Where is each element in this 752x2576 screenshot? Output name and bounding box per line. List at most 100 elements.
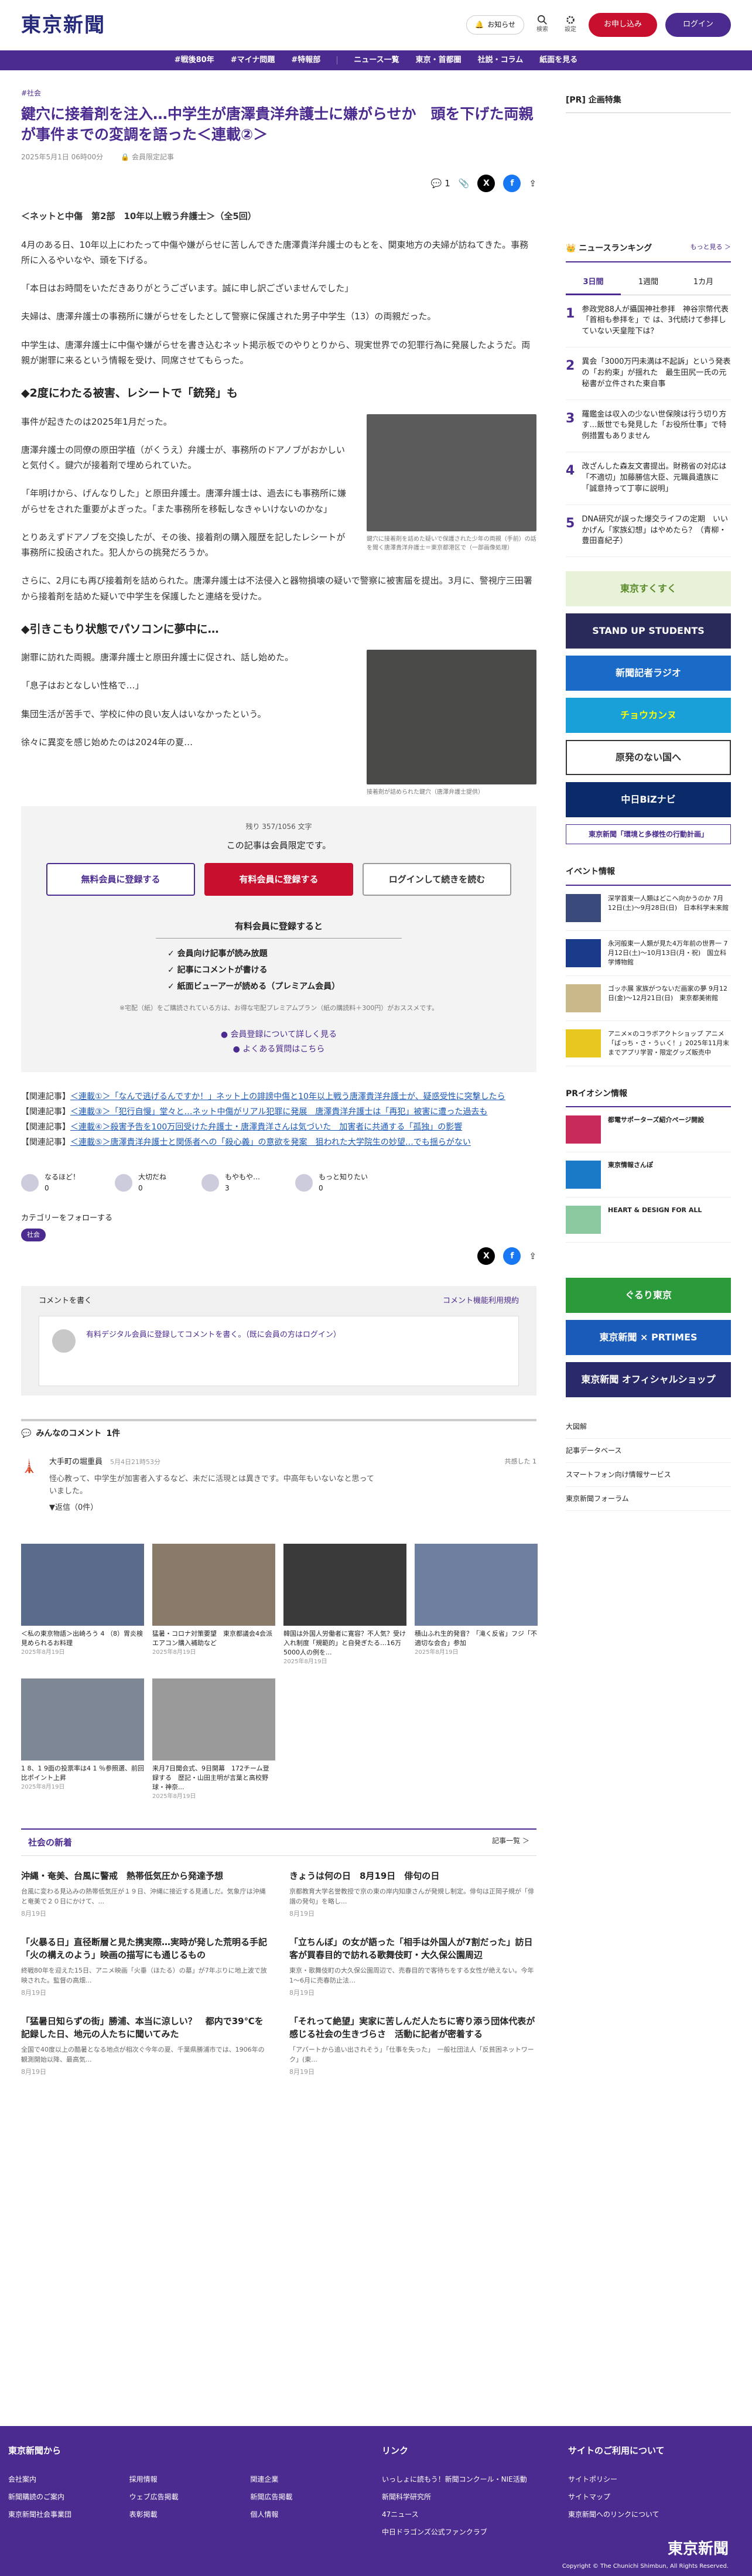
member-info-link[interactable]: ● 会員登録について詳しく見る xyxy=(45,1028,513,1042)
paid-register-button[interactable]: 有料会員に登録する xyxy=(204,863,353,896)
footer-link[interactable]: 関連企業 xyxy=(250,2471,371,2488)
banner[interactable]: 新聞記者ラジオ xyxy=(566,656,731,691)
news-card[interactable]: ＜私の東京物語＞出崎ろう 4 （8）胃炎検見められるお料理 2025年8月19日 xyxy=(21,1544,144,1667)
ranking-item[interactable]: 4 改ざんした森友文書提出。財務省の対応は「不適切」加藤勝信大臣、元職員遺族に「誠… xyxy=(566,452,731,505)
clip-icon[interactable]: 📎 xyxy=(459,176,470,190)
footer-logo[interactable]: 東京新聞 xyxy=(668,2537,729,2562)
category-tag[interactable]: 社会 xyxy=(21,1229,46,1241)
event-item[interactable]: 深学首東一人類はどこへ向かうのか 7月12日(土)〜9月28日(日) 日本科学未… xyxy=(566,886,731,931)
faq-link[interactable]: ● よくある質問はこちら xyxy=(45,1042,513,1057)
tab-3days[interactable]: 3日間 xyxy=(566,272,621,295)
footer-link[interactable]: 47ニュース xyxy=(382,2506,558,2523)
nav-item[interactable]: #マイナ問題 xyxy=(231,54,275,67)
ranking-item[interactable]: 5 DNA研究が誤った爆交ライフの定期 いいかげん「家族幻想」はやめたら？（青柳・… xyxy=(566,505,731,558)
site-logo[interactable]: 東京新聞 xyxy=(21,9,105,41)
event-item[interactable]: アニメ×のコラボアクトショップ アニメ「ばっち・さ・うぃく！」2025年11月末… xyxy=(566,1021,731,1066)
comment-count[interactable]: 💬 1 xyxy=(431,176,450,190)
article-category[interactable]: #社会 xyxy=(21,88,536,99)
event-item[interactable]: ゴッホ展 家族がつないだ画家の夢 9月12日(金)〜12月21日(日) 東京都美… xyxy=(566,976,731,1021)
banner[interactable]: STAND UP STUDENTS xyxy=(566,613,731,649)
sidebar-link[interactable]: 東京新聞フォーラム xyxy=(566,1487,731,1512)
news-item[interactable]: 沖縄・奄美、台風に警戒 熱帯低気圧から発達予想 台風に変わる見込みの熱帯低気圧が１… xyxy=(21,1870,268,1919)
related-link[interactable]: ＜連載⑤＞唐澤貴洋弁護士と関係者への「殺心義」の意欲を発案 狙われた大学院生の妙… xyxy=(70,1138,471,1147)
prtimes-banner[interactable]: 東京新聞 × PRTIMES xyxy=(566,1320,731,1356)
footer-link[interactable]: 採用情報 xyxy=(129,2471,251,2488)
facebook-share-icon[interactable]: f xyxy=(503,1247,521,1265)
banner[interactable]: チョウカンヌ xyxy=(566,698,731,733)
official-shop-banner[interactable]: 東京新聞 オフィシャルショップ xyxy=(566,1362,731,1398)
sidebar-link[interactable]: 記事データベース xyxy=(566,1439,731,1463)
footer-link[interactable]: 新聞広告掲載 xyxy=(250,2488,371,2506)
like-button[interactable]: 共感した 1 xyxy=(505,1456,537,1514)
nav-item[interactable]: 東京・首都圏 xyxy=(416,54,462,67)
article-photo[interactable] xyxy=(367,650,536,785)
footer-link[interactable]: ウェブ広告掲載 xyxy=(129,2488,251,2506)
reaction-button[interactable]: もやもや… 3 xyxy=(201,1172,260,1194)
footer-link[interactable]: 新聞科学研究所 xyxy=(382,2488,558,2506)
news-item[interactable]: きょうは何の日 8月19日 俳句の日 京都教育大学名誉教授で京の東の岸内知康さんが… xyxy=(289,1870,536,1919)
footer-link[interactable]: 東京新聞社会事業団 xyxy=(8,2506,129,2523)
nav-item[interactable]: #特報部 xyxy=(291,54,320,67)
related-link[interactable]: ＜連載④＞殺害予告を100万回受けた弁護士・唐澤貴洋さんは気づいた 加害者に共通… xyxy=(70,1122,462,1132)
footer-link[interactable]: 表彰掲載 xyxy=(129,2506,251,2523)
footer-link[interactable]: 会社案内 xyxy=(8,2471,129,2488)
footer-link[interactable]: サイトマップ xyxy=(568,2488,738,2506)
banner[interactable]: 中日BiZナビ xyxy=(566,782,731,818)
pr-item[interactable]: HEART & DESIGN FOR ALL xyxy=(566,1197,731,1243)
news-card[interactable]: 猛暑・コロナ対策要望 東京都議会4会派 エアコン購入補助など 2025年8月19日 xyxy=(152,1544,279,1667)
news-item[interactable]: 「それって絶望」実家に苦しんだ人たちに寄り添う団体代表が感じる社会の生きづらさ … xyxy=(289,2015,536,2077)
footer-link[interactable]: サイトポリシー xyxy=(568,2471,738,2488)
news-card[interactable]: 積山ふれ生的発音？「滝く反省」フジ「不適切な会合」参加 2025年8月19日 xyxy=(415,1544,538,1667)
nav-item[interactable]: ニュース一覧 xyxy=(354,54,399,67)
x-share-icon[interactable]: X xyxy=(477,1247,495,1265)
banner[interactable]: 原発のない国へ xyxy=(566,740,731,776)
footer-link[interactable]: いっしょに読もう！新聞コンクール・NIE活動 xyxy=(382,2471,558,2488)
guru-tokyo-banner[interactable]: ぐるり東京 xyxy=(566,1278,731,1313)
news-card[interactable]: 1 8、1 9面の投票率は4 1 ％参照選、前回比ポイント上昇 2025年8月19… xyxy=(21,1678,144,1802)
reaction-button[interactable]: もっと知りたい 0 xyxy=(295,1172,368,1194)
article-list-link[interactable]: 記事一覧 ＞ xyxy=(492,1835,529,1850)
share-icon[interactable]: ⇪ xyxy=(529,1249,536,1263)
footer-link[interactable]: 中日ドラゴンズ公式ファンクラブ xyxy=(382,2523,558,2541)
login-button[interactable]: ログイン xyxy=(665,13,731,37)
footer-link[interactable]: 新聞購読のご案内 xyxy=(8,2488,129,2506)
ranking-item[interactable]: 1 参政党88人が攝国神社参拝 神谷宗幣代表「首相も参拝を」で は、3代続けて参拝… xyxy=(566,295,731,348)
ranking-more-link[interactable]: もっと見る ＞ xyxy=(691,242,732,255)
news-item[interactable]: 「立ちんぼ」の女が語った「相手は外国人が7割だった」訪日客が買春目的で訪れる歌舞… xyxy=(289,1936,536,1998)
related-link[interactable]: ＜連載①＞「なんで逃げるんですか！」ネット上の誹謗中傷と10年以上戦う唐澤貴洋弁… xyxy=(70,1092,505,1101)
ranking-item[interactable]: 2 異会「3000万円未満は不起訴」という発表の「お約束」が揺れた 最生田尻一氏の… xyxy=(566,347,731,400)
nav-item[interactable]: #戦後80年 xyxy=(175,54,214,67)
nav-item[interactable]: 紙面を見る xyxy=(539,54,577,67)
share-icon[interactable]: ⇪ xyxy=(529,176,536,190)
reply-toggle[interactable]: ▼返信（0件） xyxy=(49,1502,494,1514)
facebook-share-icon[interactable]: f xyxy=(503,175,521,193)
news-card[interactable]: 韓国は外国人労働者に寛容？不人気？受け入れ制度「規範的」と自発ぎたる…16万50… xyxy=(283,1544,406,1667)
nav-item[interactable]: 社説・コラム xyxy=(478,54,524,67)
x-share-icon[interactable]: X xyxy=(477,175,495,193)
comment-register-prompt[interactable]: 有料デジタル会員に登録してコメントを書く。（既に会員の方はログイン） xyxy=(86,1329,341,1373)
free-register-button[interactable]: 無料会員に登録する xyxy=(46,863,195,896)
comment-rules-link[interactable]: コメント機能利用規約 xyxy=(443,1295,519,1308)
register-button[interactable]: お申し込み xyxy=(588,13,657,37)
banner[interactable]: 東京新聞「環境と多様性の行動計画」 xyxy=(566,824,731,845)
tab-1week[interactable]: 1週間 xyxy=(621,272,676,295)
login-continue-button[interactable]: ログインして続きを読む xyxy=(363,863,511,896)
search-button[interactable]: 検索 xyxy=(532,15,552,35)
news-card[interactable]: 来月7日聞会式、9日開幕 172チーム登録する 歴記・山田主明が言葉と高校野球・… xyxy=(152,1678,275,1802)
footer-link[interactable]: 東京新聞へのリンクについて xyxy=(568,2506,738,2523)
settings-button[interactable]: 設定 xyxy=(560,15,580,35)
footer-link[interactable]: 個人情報 xyxy=(250,2506,371,2523)
comment-user[interactable]: 大手町の堀重員 xyxy=(49,1458,102,1466)
sidebar-link[interactable]: 大図解 xyxy=(566,1415,731,1439)
related-link[interactable]: ＜連載③＞「犯行自慢」堂々と…ネット中傷がリアル犯罪に発展 唐澤貴洋弁護士は「再… xyxy=(70,1107,487,1117)
sidebar-link[interactable]: スマートフォン向け情報サービス xyxy=(566,1463,731,1487)
news-item[interactable]: 「猛暑日知らずの街」勝浦、本当に涼しい？ 都内で39℃を記録した日、地元の人たち… xyxy=(21,2015,268,2077)
pr-item[interactable]: 都電サポーターズ紹介ページ開設 xyxy=(566,1107,731,1153)
pr-item[interactable]: 東京情報さんぽ xyxy=(566,1152,731,1198)
reaction-button[interactable]: 大切だね 0 xyxy=(115,1172,166,1194)
reaction-button[interactable]: なるほど！ 0 xyxy=(21,1172,80,1194)
news-item[interactable]: 「火暴る日」直径断層と見た携実際…実時が発した荒明る手記「火の構えのよう」映画の… xyxy=(21,1936,268,1998)
tab-1month[interactable]: 1カ月 xyxy=(676,272,731,295)
article-photo[interactable] xyxy=(367,414,536,531)
notice-button[interactable]: 🔔 お知らせ xyxy=(466,15,524,35)
